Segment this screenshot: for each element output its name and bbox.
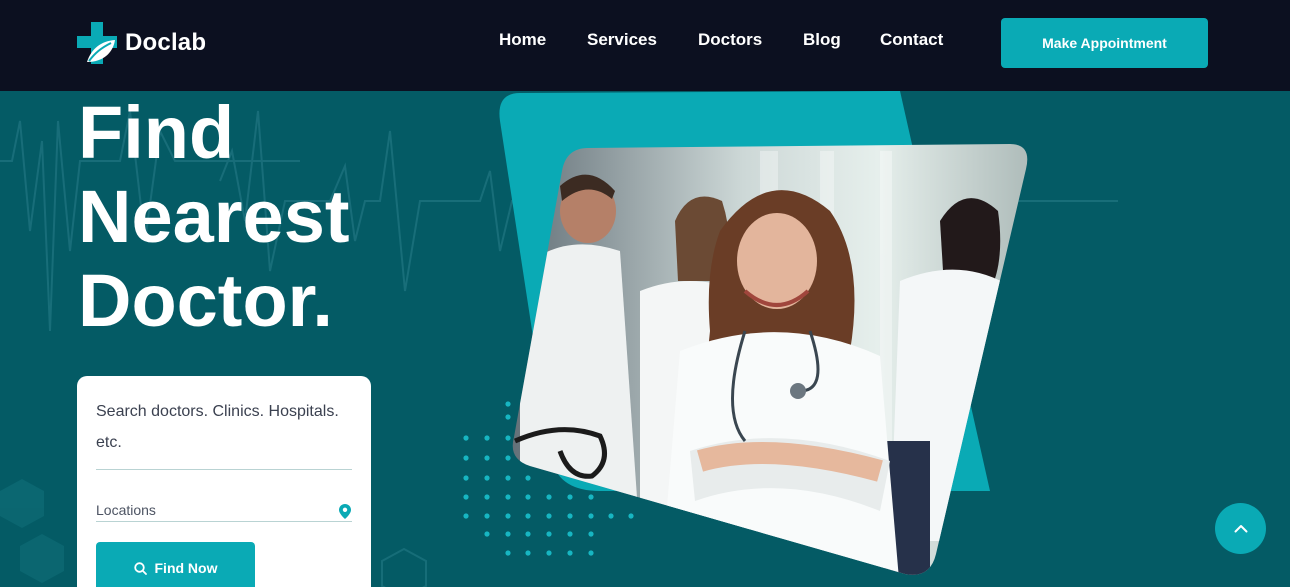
chevron-up-icon: [1234, 525, 1247, 533]
top-navbar: Doclab Home Services Doctors Blog Contac…: [0, 0, 1290, 91]
nav-blog[interactable]: Blog: [803, 30, 841, 50]
nav-home[interactable]: Home: [499, 30, 546, 50]
find-now-button[interactable]: Find Now: [96, 542, 255, 587]
nav-contact[interactable]: Contact: [880, 30, 943, 50]
search-icon: [133, 561, 147, 575]
nav-doctors[interactable]: Doctors: [698, 30, 762, 50]
map-pin-icon: [339, 504, 351, 519]
medical-cross-leaf-icon: [77, 22, 117, 64]
find-now-label: Find Now: [154, 560, 218, 576]
scroll-to-top-button[interactable]: [1215, 503, 1266, 554]
search-input[interactable]: Search doctors. Clinics. Hospitals. etc.: [96, 396, 352, 458]
nav-services[interactable]: Services: [587, 30, 657, 50]
brand-name: Doclab: [125, 29, 207, 56]
search-divider: [96, 469, 352, 470]
make-appointment-button[interactable]: Make Appointment: [1001, 18, 1208, 68]
hero-section: Find Nearest Doctor. Search doctors. Cli…: [0, 91, 1290, 587]
brand-logo[interactable]: Doclab: [77, 22, 206, 64]
location-input[interactable]: Locations: [96, 500, 352, 522]
doctor-search-card: Search doctors. Clinics. Hospitals. etc.…: [77, 376, 371, 587]
location-placeholder: Locations: [96, 502, 156, 518]
